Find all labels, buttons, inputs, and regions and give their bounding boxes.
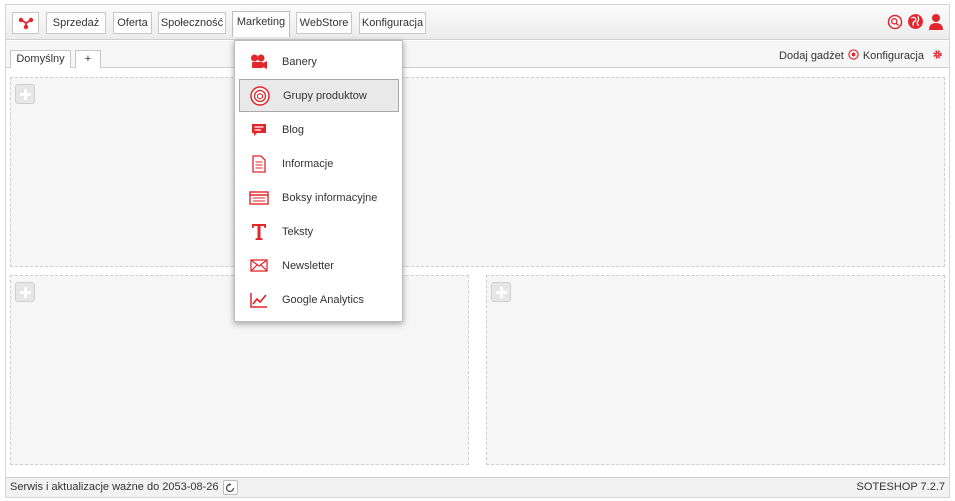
menu-item-label: Informacje <box>282 157 334 170</box>
menu-item-banery[interactable]: Banery <box>239 45 399 78</box>
menu-item-label: Blog <box>282 123 305 136</box>
menu-item-label: Banery <box>282 55 317 68</box>
logo-button[interactable] <box>12 12 39 34</box>
camera-icon <box>248 51 270 73</box>
tab-domyslny[interactable]: Domyślny <box>10 50 71 68</box>
globe-icon[interactable] <box>907 13 924 33</box>
service-validity-text: Serwis i aktualizacje ważne do 2053-08-2… <box>10 481 219 493</box>
nav-oferta[interactable]: Oferta <box>113 12 152 34</box>
top-right-icons <box>887 13 944 34</box>
marketing-dropdown-menu: Banery Grupy produktow Blog Informacje B <box>234 40 403 322</box>
status-footer: Serwis i aktualizacje ważne do 2053-08-2… <box>6 477 949 497</box>
menu-item-boksy-informacyjne[interactable]: Boksy informacyjne <box>239 181 399 214</box>
chart-line-icon <box>248 289 270 311</box>
text-icon <box>248 221 270 243</box>
menu-item-newsletter[interactable]: Newsletter <box>239 249 399 282</box>
refresh-icon[interactable] <box>222 480 238 495</box>
nav-webstore[interactable]: WebStore <box>296 12 352 34</box>
menu-item-label: Google Analytics <box>282 293 364 306</box>
menu-item-informacje[interactable]: Informacje <box>239 147 399 180</box>
user-icon[interactable] <box>928 13 944 34</box>
menu-item-google-analytics[interactable]: Google Analytics <box>239 283 399 316</box>
gadget-area-top <box>10 77 945 267</box>
search-icon[interactable] <box>887 14 903 33</box>
add-circle-icon <box>848 49 859 63</box>
menu-item-grupy-produktow[interactable]: Grupy produktow <box>239 79 399 112</box>
document-icon <box>248 153 270 175</box>
product-group-icon <box>249 85 271 107</box>
menu-item-label: Boksy informacyjne <box>282 191 378 204</box>
nav-spolecznosc[interactable]: Społeczność <box>158 12 226 34</box>
menu-item-blog[interactable]: Blog <box>239 113 399 146</box>
config-link[interactable]: Konfiguracja <box>863 50 924 62</box>
gear-icon[interactable] <box>932 49 943 63</box>
nav-konfiguracja[interactable]: Konfiguracja <box>359 12 426 34</box>
add-tab-button[interactable]: + <box>75 50 101 68</box>
envelope-icon <box>248 255 270 277</box>
nav-sprzedaz[interactable]: Sprzedaż <box>46 12 106 34</box>
tab-actions: Dodaj gadżet Konfiguracja <box>779 49 943 63</box>
speech-bubble-icon <box>248 119 270 141</box>
dashboard-tabs-bar: Domyślny + Dodaj gadżet Konfiguracja <box>6 41 949 68</box>
add-gadget-plus-icon[interactable] <box>491 282 511 302</box>
menu-item-label: Grupy produktow <box>283 89 367 102</box>
menu-item-label: Newsletter <box>282 259 334 272</box>
top-navigation: Sprzedaż Oferta Społeczność Marketing We… <box>6 5 949 40</box>
soteshop-logo-icon <box>18 17 33 30</box>
nav-marketing[interactable]: Marketing <box>232 11 290 37</box>
add-gadget-plus-icon[interactable] <box>15 84 35 104</box>
gadget-area-bottom-right <box>486 275 945 465</box>
info-box-icon <box>248 187 270 209</box>
add-gadget-link[interactable]: Dodaj gadżet <box>779 50 844 62</box>
version-label: SOTESHOP 7.2.7 <box>856 481 945 493</box>
menu-item-teksty[interactable]: Teksty <box>239 215 399 248</box>
menu-item-label: Teksty <box>282 225 314 238</box>
add-gadget-plus-icon[interactable] <box>15 282 35 302</box>
app-window: Sprzedaż Oferta Społeczność Marketing We… <box>5 4 950 498</box>
